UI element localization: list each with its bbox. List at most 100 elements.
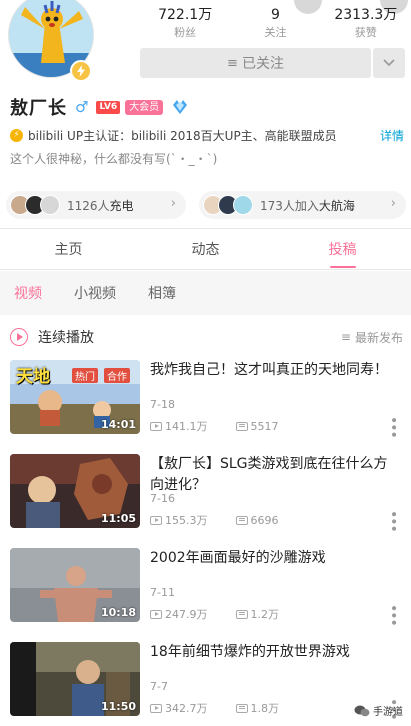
user-name: 敖厂长	[10, 98, 67, 119]
sort-label: 最新发布	[354, 330, 403, 345]
video-thumbnail[interactable]: 天地 热门 合作 14:01	[10, 360, 140, 434]
more-options-icon[interactable]: •••	[385, 604, 401, 626]
view-count: 141.1万	[165, 420, 208, 433]
video-title[interactable]: 【敖厂长】SLG类游戏到底在往什么方向进化？	[150, 454, 400, 496]
cert-detail-link[interactable]: 详情	[380, 127, 404, 144]
video-date: 7-11	[150, 586, 175, 599]
level-badge: LV6	[96, 100, 121, 114]
danmaku-icon	[235, 703, 248, 713]
video-date: 7-16	[150, 492, 175, 505]
play-count-icon	[150, 515, 162, 525]
stats-bar: 722.1万 粉丝 9 关注 2313.3万 获赞	[140, 0, 411, 42]
danmaku-count: 5517	[250, 419, 279, 433]
video-thumbnail[interactable]: 11:50	[10, 642, 140, 716]
guard-text: 173人加入大航海	[260, 198, 355, 213]
wechat-icon	[354, 705, 370, 716]
danmaku-icon	[235, 515, 248, 525]
view-count: 342.7万	[165, 702, 208, 715]
lightning-badge-icon	[70, 60, 92, 82]
video-duration: 14:01	[100, 418, 136, 431]
certification-row: ⚡ bilibili UP主认证：bilibili 2018百大UP主、高能联盟…	[10, 126, 406, 144]
stat-fans[interactable]: 722.1万 粉丝	[140, 0, 230, 42]
video-title[interactable]: 2002年画面最好的沙雕游戏	[150, 548, 400, 569]
profile-tabs: 主页 动态 投稿	[0, 230, 411, 270]
divider	[0, 228, 411, 229]
menu-icon: ≡	[227, 55, 238, 71]
danmaku-count: 1.2万	[250, 608, 280, 621]
play-count-icon	[150, 609, 162, 619]
more-options-icon[interactable]: •••	[385, 510, 401, 532]
stat-value: 2313.3万	[334, 7, 398, 23]
continuous-play-row: 连续播放 ≡ 最新发布	[0, 320, 411, 354]
followed-button[interactable]: ≡ 已关注	[140, 48, 371, 78]
video-item[interactable]: 11:05 【敖厂长】SLG类游戏到底在往什么方向进化？ 7-16 155.3万…	[0, 452, 411, 546]
video-thumbnail[interactable]: 11:05	[10, 454, 140, 528]
video-meta: 155.3万 6696	[150, 512, 279, 528]
play-circle-icon[interactable]	[10, 328, 28, 346]
avatar	[40, 195, 60, 215]
collab-tag: 合作	[104, 368, 130, 383]
hot-tag: 热门	[72, 368, 98, 383]
profile-header: 722.1万 粉丝 9 关注 2313.3万 获赞 ≡ 已关注	[0, 0, 411, 88]
charge-text: 1126人充电	[67, 198, 134, 213]
vip-badge[interactable]: 大会员	[125, 99, 164, 115]
play-count-icon	[150, 703, 162, 713]
video-item[interactable]: 天地 热门 合作 14:01 我炸我自己！这才叫真正的天地同寿！ 7-18 14…	[0, 358, 411, 452]
stat-value: 722.1万	[158, 7, 213, 23]
list-icon: ≡	[340, 330, 351, 344]
fans-row: 1126人充电 › 173人加入大航海 ›	[6, 191, 406, 219]
danmaku-icon	[235, 421, 248, 431]
stat-value: 9	[271, 7, 280, 23]
video-title[interactable]: 18年前细节爆炸的开放世界游戏	[150, 642, 400, 663]
male-icon: ♂	[75, 98, 89, 116]
watermark-text: 手游道	[373, 707, 403, 718]
chevron-right-icon: ›	[390, 196, 396, 211]
video-title[interactable]: 我炸我自己！这才叫真正的天地同寿！	[150, 360, 400, 381]
stat-label: 粉丝	[174, 26, 197, 39]
watermark: 手游道	[354, 703, 403, 718]
video-meta: 141.1万 5517	[150, 418, 279, 434]
guard-card[interactable]: 173人加入大航海 ›	[199, 191, 406, 219]
continuous-play-button[interactable]: 连续播放	[38, 327, 94, 347]
name-row: 敖厂长 ♂ LV6 大会员	[10, 95, 189, 119]
subtab-album[interactable]: 相簿	[148, 283, 176, 303]
danmaku-count: 1.8万	[250, 702, 280, 715]
video-item[interactable]: 11:50 18年前细节爆炸的开放世界游戏 7-7 342.7万 1.8万 ••…	[0, 640, 411, 726]
danmaku-icon	[235, 609, 248, 619]
video-item[interactable]: 10:18 2002年画面最好的沙雕游戏 7-11 247.9万 1.2万 ••…	[0, 546, 411, 640]
thumbnail-text: 天地	[16, 367, 50, 387]
view-count: 155.3万	[165, 514, 208, 527]
more-options-icon[interactable]: •••	[385, 416, 401, 438]
tab-home[interactable]: 主页	[0, 230, 137, 269]
stat-following[interactable]: 9 关注	[230, 0, 320, 42]
tab-dynamic[interactable]: 动态	[137, 230, 274, 269]
view-count: 247.9万	[165, 608, 208, 621]
cert-bolt-icon: ⚡	[10, 128, 23, 142]
video-duration: 10:18	[100, 606, 136, 619]
chevron-right-icon: ›	[170, 196, 176, 211]
danmaku-count: 6696	[250, 513, 279, 527]
video-duration: 11:05	[100, 512, 136, 525]
stat-label: 获赞	[354, 26, 377, 39]
video-meta: 342.7万 1.8万	[150, 700, 279, 716]
medal-icon[interactable]	[171, 99, 189, 115]
stat-likes[interactable]: 2313.3万 获赞	[321, 0, 411, 42]
play-count-icon	[150, 421, 162, 431]
follow-more-button[interactable]	[373, 48, 405, 78]
video-list: 天地 热门 合作 14:01 我炸我自己！这才叫真正的天地同寿！ 7-18 14…	[0, 358, 411, 726]
sort-button[interactable]: ≡ 最新发布	[341, 329, 403, 346]
certification-text: bilibili UP主认证：bilibili 2018百大UP主、高能联盟成员	[28, 128, 337, 143]
video-meta: 247.9万 1.2万	[150, 606, 279, 622]
stat-label: 关注	[264, 26, 287, 39]
video-date: 7-7	[150, 680, 168, 693]
charge-card[interactable]: 1126人充电 ›	[6, 191, 186, 219]
chevron-down-icon	[383, 59, 395, 67]
tab-uploads[interactable]: 投稿	[274, 230, 411, 269]
video-duration: 11:50	[100, 700, 136, 713]
video-thumbnail[interactable]: 10:18	[10, 548, 140, 622]
subtab-short-video[interactable]: 小视频	[74, 283, 116, 303]
video-date: 7-18	[150, 398, 175, 411]
signature-text: 这个人很神秘，什么都没有写(`・_・`)	[10, 152, 218, 166]
subtab-video[interactable]: 视频	[14, 283, 42, 303]
followed-button-label: 已关注	[241, 56, 284, 72]
